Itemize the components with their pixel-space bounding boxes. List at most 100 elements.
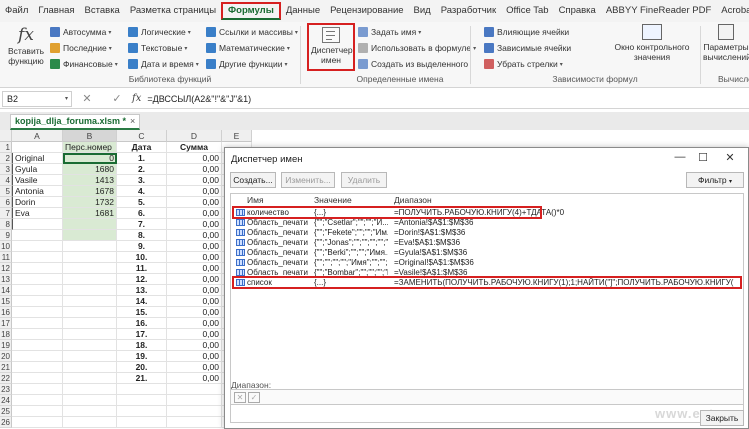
cell-d[interactable]: 0,00 — [167, 164, 222, 175]
cell-c[interactable]: 2. — [117, 164, 167, 175]
row-head[interactable]: 7 — [0, 208, 12, 219]
tab-11[interactable]: ABBYY FineReader PDF — [601, 2, 716, 20]
cell-c[interactable]: 21. — [117, 373, 167, 384]
cell-c[interactable]: 20. — [117, 362, 167, 373]
cell-c[interactable]: 15. — [117, 307, 167, 318]
cell-a[interactable] — [12, 351, 63, 362]
cell-b[interactable] — [63, 351, 117, 362]
cell-c[interactable]: 5. — [117, 197, 167, 208]
row-head[interactable]: 8 — [0, 219, 12, 230]
row-head[interactable]: 3 — [0, 164, 12, 175]
cell-b[interactable] — [63, 307, 117, 318]
row-head[interactable]: 17 — [0, 318, 12, 329]
cell-d[interactable]: 0,00 — [167, 208, 222, 219]
row-head[interactable]: 15 — [0, 296, 12, 307]
delete-button[interactable]: Удалить — [341, 172, 387, 188]
cell-b[interactable] — [63, 252, 117, 263]
cell-c[interactable]: 6. — [117, 208, 167, 219]
row-head[interactable]: 19 — [0, 340, 12, 351]
cell-b[interactable] — [63, 373, 117, 384]
cell-a[interactable] — [12, 373, 63, 384]
cell-a[interactable]: Dorin — [12, 197, 63, 208]
define-name-menu[interactable]: Задать имя ▾ — [358, 25, 421, 39]
cancel-icon[interactable]: ✕ — [82, 92, 91, 105]
tab-2[interactable]: Вставка — [80, 2, 125, 20]
tab-1[interactable]: Главная — [33, 2, 79, 20]
cell-a[interactable]: Antonia — [12, 186, 63, 197]
cell-c[interactable]: 1. — [117, 153, 167, 164]
cell-b[interactable] — [63, 384, 117, 395]
cell-b[interactable] — [63, 241, 117, 252]
minimize-icon[interactable]: — — [672, 151, 688, 163]
col-head-e[interactable]: E — [222, 130, 252, 142]
trace-dependents-button[interactable]: Зависимые ячейки — [484, 41, 571, 55]
cell-b[interactable]: 1678 — [63, 186, 117, 197]
tab-0[interactable]: Файл — [0, 2, 33, 20]
cell-d[interactable]: 0,00 — [167, 318, 222, 329]
cell-d[interactable]: 0,00 — [167, 197, 222, 208]
lookup-menu[interactable]: Ссылки и массивы ▾ — [206, 25, 298, 39]
create-button[interactable]: Создать... — [230, 172, 276, 188]
cell-a[interactable] — [12, 384, 63, 395]
use-in-formula-menu[interactable]: Использовать в формуле ▾ — [358, 41, 476, 55]
cell-b[interactable]: 1732 — [63, 197, 117, 208]
recent-menu[interactable]: Последние ▾ — [50, 41, 112, 55]
cell-b[interactable] — [63, 340, 117, 351]
file-tab[interactable]: kopija_dlja_foruma.xlsm * × — [10, 114, 141, 130]
name-box[interactable]: B2 ▾ — [2, 90, 72, 107]
row-head[interactable]: 9 — [0, 230, 12, 241]
col-range-header[interactable]: Диапазон — [394, 195, 432, 205]
tab-8[interactable]: Разработчик — [436, 2, 501, 20]
confirm-icon[interactable]: ✓ — [248, 392, 260, 403]
cell-d[interactable]: 0,00 — [167, 373, 222, 384]
cell-b[interactable] — [63, 329, 117, 340]
cell-c[interactable]: 9. — [117, 241, 167, 252]
cell-a[interactable] — [12, 252, 63, 263]
tab-4[interactable]: Формулы — [221, 2, 281, 20]
cell-c[interactable] — [117, 384, 167, 395]
formula-input[interactable]: =ДВССЫЛ(A2&"!"&"J"&1) — [147, 94, 251, 104]
cell-b[interactable]: 1413 — [63, 175, 117, 186]
cell-b[interactable] — [63, 296, 117, 307]
edit-button[interactable]: Изменить... — [281, 172, 335, 188]
row-head[interactable]: 26 — [0, 417, 12, 428]
cell-d[interactable]: 0,00 — [167, 362, 222, 373]
cell-a[interactable] — [12, 329, 63, 340]
cell-a[interactable]: Gyula — [12, 164, 63, 175]
tab-3[interactable]: Разметка страницы — [125, 2, 221, 20]
cell-d[interactable]: 0,00 — [167, 351, 222, 362]
row-head[interactable]: 25 — [0, 406, 12, 417]
enter-icon[interactable]: ✓ — [112, 92, 121, 105]
cell-a[interactable] — [12, 340, 63, 351]
cell-b[interactable] — [63, 219, 117, 230]
cell-a[interactable] — [12, 230, 63, 241]
cell-a[interactable] — [12, 307, 63, 318]
cell-d[interactable]: 0,00 — [167, 175, 222, 186]
trace-precedents-button[interactable]: Влияющие ячейки — [484, 25, 569, 39]
tab-6[interactable]: Рецензирование — [325, 2, 408, 20]
cell-c[interactable]: 14. — [117, 296, 167, 307]
cell-d[interactable]: 0,00 — [167, 252, 222, 263]
financial-menu[interactable]: Финансовые ▾ — [50, 57, 118, 71]
cell-b[interactable] — [63, 318, 117, 329]
row-head[interactable]: 20 — [0, 351, 12, 362]
cell-a[interactable] — [12, 406, 63, 417]
row-head[interactable]: 11 — [0, 252, 12, 263]
cell-a[interactable] — [12, 263, 63, 274]
cell-b[interactable] — [63, 285, 117, 296]
row-head[interactable]: 13 — [0, 274, 12, 285]
col-head-b[interactable]: B — [63, 130, 117, 142]
cell-a[interactable] — [12, 285, 63, 296]
cell-c-header[interactable]: Дата — [117, 142, 167, 153]
cell-a[interactable] — [12, 241, 63, 252]
range-field[interactable]: ✕ ✓ — [230, 389, 744, 405]
cell-c[interactable]: 10. — [117, 252, 167, 263]
cell-c[interactable]: 4. — [117, 186, 167, 197]
tab-5[interactable]: Данные — [281, 2, 325, 20]
cell-d[interactable]: 0,00 — [167, 186, 222, 197]
cell-a[interactable] — [12, 318, 63, 329]
tab-12[interactable]: Acrobat — [716, 2, 749, 20]
row-head[interactable]: 14 — [0, 285, 12, 296]
cell-b[interactable]: 1681 — [63, 208, 117, 219]
cell-c[interactable]: 19. — [117, 351, 167, 362]
